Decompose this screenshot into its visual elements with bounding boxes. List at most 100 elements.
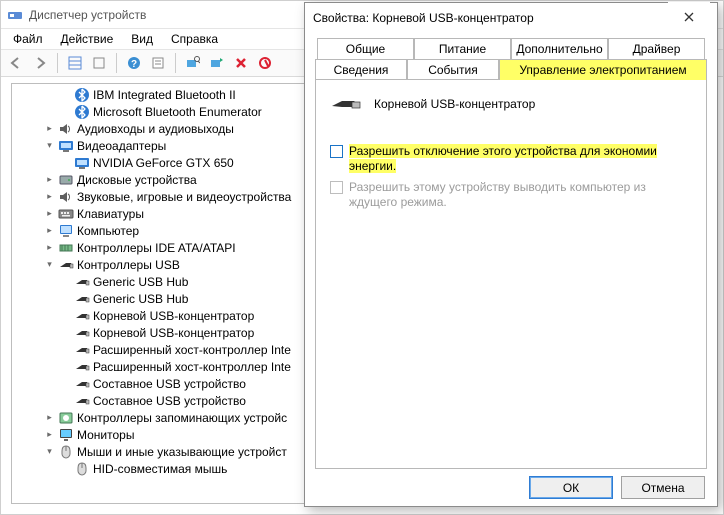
allow-turnoff-checkbox[interactable] bbox=[330, 145, 343, 158]
tb-sep bbox=[175, 53, 176, 73]
mouse-icon bbox=[74, 461, 90, 477]
expand-icon[interactable]: ▸ bbox=[44, 242, 55, 253]
menu-action[interactable]: Действие bbox=[53, 30, 122, 48]
usb-icon bbox=[74, 342, 90, 358]
expand-icon[interactable]: ▸ bbox=[44, 174, 55, 185]
tab-advanced[interactable]: Дополнительно bbox=[511, 38, 608, 59]
tree-node-label: IBM Integrated Bluetooth II bbox=[93, 88, 240, 102]
tb-sep bbox=[116, 53, 117, 73]
tree-node-label: Дисковые устройства bbox=[77, 173, 201, 187]
tb-details-icon[interactable] bbox=[64, 52, 86, 74]
usb-icon bbox=[74, 291, 90, 307]
close-icon[interactable] bbox=[668, 2, 710, 32]
usb-icon bbox=[74, 308, 90, 324]
tree-node-label: Generic USB Hub bbox=[93, 275, 192, 289]
tree-node-label: HID-совместимая мышь bbox=[93, 462, 231, 476]
cancel-button[interactable]: Отмена bbox=[621, 476, 705, 499]
tree-node-label: Контроллеры USB bbox=[77, 258, 184, 272]
tb-node-icon[interactable] bbox=[88, 52, 110, 74]
mouse-icon bbox=[58, 444, 74, 460]
dialog-button-row: ОК Отмена bbox=[305, 469, 717, 506]
allow-wake-label: Разрешить этому устройству выводить комп… bbox=[349, 180, 692, 210]
expand-icon[interactable]: ▸ bbox=[44, 208, 55, 219]
dm-title-text: Диспетчер устройств bbox=[29, 8, 146, 22]
tab-power[interactable]: Питание bbox=[414, 38, 511, 59]
tb-scan-icon[interactable] bbox=[182, 52, 204, 74]
tree-node-label: Составное USB устройство bbox=[93, 394, 250, 408]
tb-update-icon[interactable] bbox=[206, 52, 228, 74]
dlg-titlebar[interactable]: Свойства: Корневой USB-концентратор bbox=[305, 3, 717, 32]
video-icon bbox=[58, 138, 74, 154]
tree-node-label: Контроллеры запоминающих устройс bbox=[77, 411, 291, 425]
allow-turnoff-label[interactable]: Разрешить отключение этого устройства дл… bbox=[349, 144, 692, 174]
bluetooth-icon bbox=[74, 104, 90, 120]
dlg-body: Общие Питание Дополнительно Драйвер Свед… bbox=[305, 32, 717, 469]
tree-node-label: Мыши и иные указывающие устройст bbox=[77, 445, 291, 459]
tree-node-label: Корневой USB-концентратор bbox=[93, 326, 258, 340]
expand-icon[interactable]: ▾ bbox=[44, 140, 55, 151]
storage-icon bbox=[58, 410, 74, 426]
computer-icon bbox=[58, 223, 74, 239]
menu-view[interactable]: Вид bbox=[123, 30, 161, 48]
tb-uninstall-icon[interactable] bbox=[230, 52, 252, 74]
tb-prop-icon[interactable] bbox=[147, 52, 169, 74]
tree-node-label: Контроллеры IDE ATA/ATAPI bbox=[77, 241, 240, 255]
ide-icon bbox=[58, 240, 74, 256]
tree-node-label: Аудиовходы и аудиовыходы bbox=[77, 122, 238, 136]
tree-node-label: Звуковые, игровые и видеоустройства bbox=[77, 190, 295, 204]
tb-help-icon[interactable]: ? bbox=[123, 52, 145, 74]
expand-icon[interactable]: ▸ bbox=[44, 123, 55, 134]
usb-icon bbox=[58, 257, 74, 273]
tab-strip: Общие Питание Дополнительно Драйвер Свед… bbox=[315, 38, 707, 469]
usb-plug-icon bbox=[330, 94, 362, 114]
menu-help[interactable]: Справка bbox=[163, 30, 226, 48]
bluetooth-icon bbox=[74, 87, 90, 103]
tree-node-label: Расширенный хост-контроллер Inte bbox=[93, 343, 295, 357]
monitor-icon bbox=[58, 427, 74, 443]
tree-node-label: Компьютер bbox=[77, 224, 143, 238]
tree-node-label: Клавиатуры bbox=[77, 207, 148, 221]
disk-icon bbox=[58, 172, 74, 188]
usb-icon bbox=[74, 325, 90, 341]
tree-node-label: NVIDIA GeForce GTX 650 bbox=[93, 156, 238, 170]
tb-forward-icon[interactable] bbox=[29, 52, 51, 74]
audio-icon bbox=[58, 189, 74, 205]
tab-panel: Корневой USB-концентратор Разрешить откл… bbox=[315, 79, 707, 469]
tab-driver[interactable]: Драйвер bbox=[608, 38, 705, 59]
dlg-title-text: Свойства: Корневой USB-концентратор bbox=[313, 11, 668, 25]
tab-details[interactable]: Сведения bbox=[315, 59, 407, 80]
tab-power-management[interactable]: Управление электропитанием bbox=[499, 59, 707, 80]
usb-icon bbox=[74, 376, 90, 392]
allow-wake-checkbox bbox=[330, 181, 343, 194]
expand-icon[interactable]: ▾ bbox=[44, 259, 55, 270]
tab-events[interactable]: События bbox=[407, 59, 499, 80]
expand-icon[interactable]: ▸ bbox=[44, 429, 55, 440]
tree-node-label: Корневой USB-концентратор bbox=[93, 309, 258, 323]
expand-icon[interactable]: ▸ bbox=[44, 225, 55, 236]
expand-icon[interactable]: ▸ bbox=[44, 412, 55, 423]
tree-node-label: Расширенный хост-контроллер Inte bbox=[93, 360, 295, 374]
keyboard-icon bbox=[58, 206, 74, 222]
tb-back-icon[interactable] bbox=[5, 52, 27, 74]
tb-sep bbox=[57, 53, 58, 73]
dm-app-icon bbox=[7, 7, 23, 23]
tree-node-label: Мониторы bbox=[77, 428, 138, 442]
audio-icon bbox=[58, 121, 74, 137]
usb-icon bbox=[74, 359, 90, 375]
tree-node-label: Составное USB устройство bbox=[93, 377, 250, 391]
expand-icon[interactable]: ▸ bbox=[44, 191, 55, 202]
tab-general[interactable]: Общие bbox=[317, 38, 414, 59]
tree-node-label: Generic USB Hub bbox=[93, 292, 192, 306]
usb-icon bbox=[74, 393, 90, 409]
tree-node-label: Видеоадаптеры bbox=[77, 139, 170, 153]
svg-text:?: ? bbox=[131, 59, 137, 70]
ok-button[interactable]: ОК bbox=[529, 476, 613, 499]
device-name-label: Корневой USB-концентратор bbox=[374, 97, 535, 111]
video-icon bbox=[74, 155, 90, 171]
usb-icon bbox=[74, 274, 90, 290]
menu-file[interactable]: Файл bbox=[5, 30, 51, 48]
tb-disable-icon[interactable] bbox=[254, 52, 276, 74]
properties-dialog: Свойства: Корневой USB-концентратор Общи… bbox=[304, 2, 718, 507]
expand-icon[interactable]: ▾ bbox=[44, 446, 55, 457]
tree-node-label: Microsoft Bluetooth Enumerator bbox=[93, 105, 266, 119]
